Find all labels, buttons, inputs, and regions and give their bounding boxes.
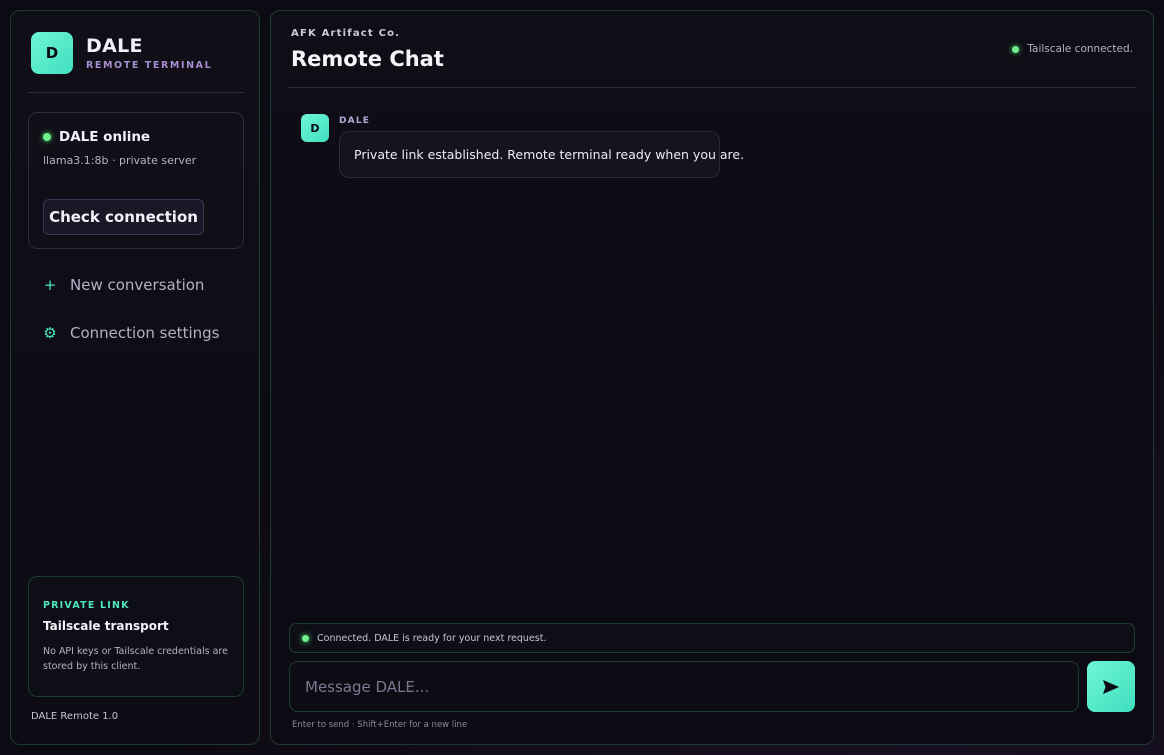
brand-logo: D [31,32,73,74]
check-connection-button[interactable]: Check connection [43,199,204,235]
gear-icon: ⚙ [43,324,57,342]
status-title: DALE online [59,129,151,145]
chat-panel: AFK Artifact Co. Remote Chat Tailscale c… [270,10,1154,745]
sidebar: D DALE REMOTE TERMINAL DALE online llama… [10,10,260,745]
new-conversation-button[interactable]: + New conversation [41,276,205,294]
header-divider [288,87,1136,88]
connection-status: Tailscale connected. [1012,43,1133,55]
brand-name: DALE [86,35,143,57]
sidebar-divider [28,92,244,93]
model-info: llama3.1:8b · private server [43,154,197,167]
connection-status-text: Tailscale connected. [1027,43,1133,55]
status-card: DALE online llama3.1:8b · private server… [28,112,244,249]
send-button[interactable] [1087,661,1135,712]
ready-status-bar: Connected. DALE is ready for your next r… [289,623,1135,653]
version-label: DALE Remote 1.0 [31,711,119,722]
plus-icon: + [43,276,57,294]
brand: D DALE REMOTE TERMINAL [31,32,212,74]
brand-subtitle: REMOTE TERMINAL [86,60,213,71]
nav-label: Connection settings [70,324,220,342]
private-link-title: Tailscale transport [43,619,169,633]
avatar: D [301,114,329,142]
page-title: Remote Chat [291,47,444,71]
connection-indicator [1012,45,1020,53]
input-hint: Enter to send · Shift+Enter for a new li… [292,720,468,730]
private-link-description: No API keys or Tailscale credentials are… [43,646,228,672]
company-name: AFK Artifact Co. [291,28,401,39]
ready-indicator [302,634,309,642]
message-bubble: Private link established. Remote termina… [339,131,744,178]
nav-label: New conversation [70,276,205,294]
private-link-card: PRIVATE LINK Tailscale transport No API … [28,576,244,697]
private-link-tag: PRIVATE LINK [43,600,130,611]
online-indicator [43,133,51,141]
ready-status-text: Connected. DALE is ready for your next r… [317,632,547,644]
send-icon [1103,679,1119,694]
connection-settings-button[interactable]: ⚙ Connection settings [41,324,219,342]
message-input[interactable] [289,661,1079,712]
message-sender: DALE [339,116,371,126]
